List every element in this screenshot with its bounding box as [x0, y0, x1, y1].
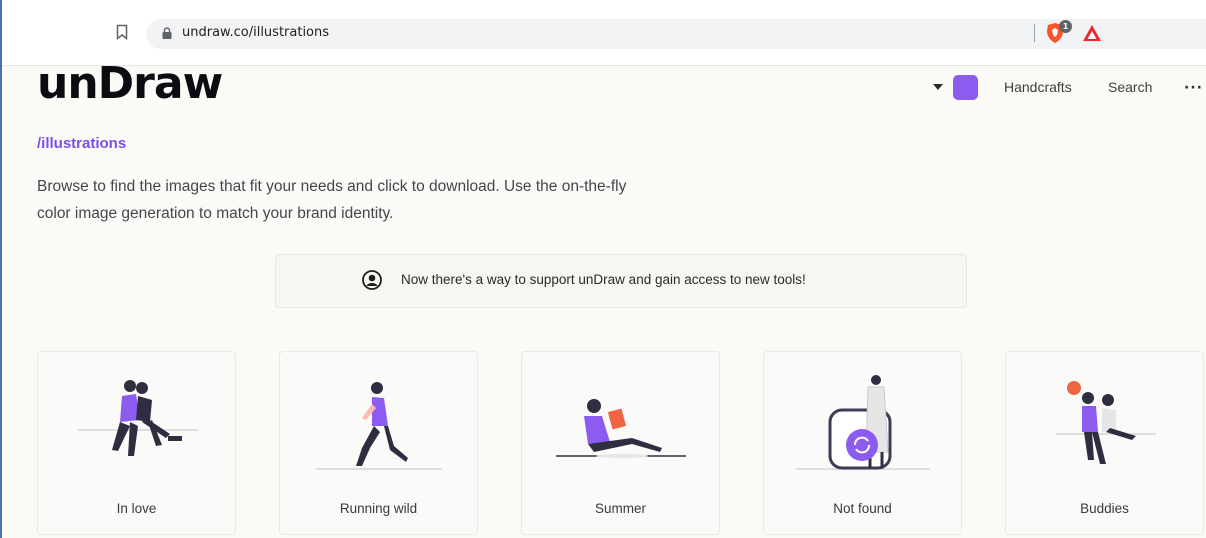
- window-edge: [0, 0, 8, 538]
- page-subtitle: /illustrations: [37, 135, 127, 152]
- url-text[interactable]: undraw.co/illustrations: [182, 25, 329, 40]
- illustration-label[interactable]: Buddies: [1006, 501, 1203, 516]
- buddies-illustration: [1056, 381, 1156, 464]
- intro-text: Browse to find the images that fit your …: [37, 178, 627, 222]
- nav-search[interactable]: Search: [1108, 79, 1152, 95]
- support-banner-text[interactable]: Now there's a way to support unDraw and …: [401, 272, 806, 287]
- color-picker-swatch[interactable]: [953, 75, 978, 100]
- chevron-down-icon[interactable]: [933, 84, 943, 90]
- illustration-label[interactable]: In love: [38, 501, 235, 516]
- illustration-label[interactable]: Not found: [764, 501, 961, 516]
- illustration-label[interactable]: Running wild: [280, 501, 477, 516]
- supporter-avatar-icon: [362, 270, 382, 290]
- toolbar-divider: [1034, 24, 1035, 42]
- in-love-illustration: [78, 380, 198, 456]
- brave-shield-badge: 1: [1059, 20, 1072, 33]
- nav-handcrafts[interactable]: Handcrafts: [1004, 79, 1072, 95]
- illustration-card-in-love[interactable]: In love: [37, 351, 236, 535]
- running-wild-illustration: [316, 382, 442, 470]
- illustration-card-not-found[interactable]: Not found: [763, 351, 962, 535]
- illustration-card-running-wild[interactable]: Running wild: [279, 351, 478, 535]
- bookmark-icon[interactable]: [116, 24, 128, 40]
- illustration-card-summer[interactable]: Summer: [521, 351, 720, 535]
- illustration-label[interactable]: Summer: [522, 501, 719, 516]
- illustration-card-buddies[interactable]: Buddies: [1005, 351, 1204, 535]
- not-found-illustration: [796, 375, 930, 470]
- logo[interactable]: unDraw: [37, 58, 223, 109]
- summer-illustration: [556, 399, 686, 458]
- more-icon[interactable]: ···: [1184, 80, 1203, 96]
- brave-rewards-icon[interactable]: [1082, 24, 1102, 42]
- lock-icon[interactable]: [162, 27, 172, 39]
